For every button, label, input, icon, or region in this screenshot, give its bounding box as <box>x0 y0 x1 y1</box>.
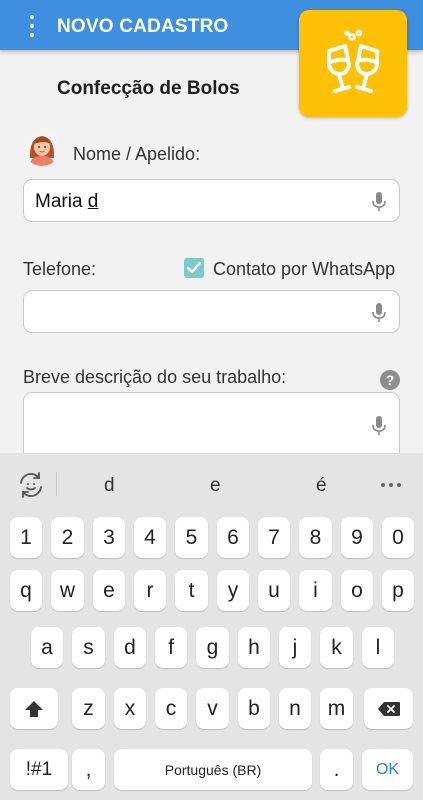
name-field[interactable]: Maria d <box>23 179 400 222</box>
key-7[interactable]: 7 <box>258 517 290 558</box>
toast-glasses-icon <box>299 10 407 117</box>
symbols-key[interactable]: !#1 <box>10 749 68 790</box>
microphone-icon[interactable] <box>371 302 387 324</box>
key-0[interactable]: 0 <box>382 517 414 558</box>
key-s[interactable]: s <box>72 627 105 668</box>
emoji-swap-icon[interactable] <box>17 471 45 499</box>
key-u[interactable]: u <box>258 570 290 611</box>
backspace-key[interactable] <box>364 688 413 729</box>
description-label: Breve descrição do seu trabalho: <box>23 367 287 387</box>
suggestion-3[interactable]: é <box>316 475 327 497</box>
key-6[interactable]: 6 <box>217 517 249 558</box>
key-9[interactable]: 9 <box>341 517 373 558</box>
key-c[interactable]: c <box>155 688 187 729</box>
key-4[interactable]: 4 <box>134 517 166 558</box>
key-2[interactable]: 2 <box>51 517 84 558</box>
suggestion-2[interactable]: e <box>210 475 221 497</box>
microphone-icon[interactable] <box>371 415 387 437</box>
key-g[interactable]: g <box>196 627 229 668</box>
category-title: Confecção de Bolos <box>57 78 240 99</box>
key-r[interactable]: r <box>134 570 166 611</box>
key-b[interactable]: b <box>238 688 270 729</box>
suggestion-1[interactable]: d <box>104 475 115 497</box>
app-screen: NOVO CADASTRO Confecção de Bolos Nome / … <box>0 0 423 800</box>
backspace-icon <box>377 701 400 716</box>
key-d[interactable]: d <box>114 627 146 668</box>
key-3[interactable]: 3 <box>93 517 125 558</box>
key-i[interactable]: i <box>299 570 332 611</box>
shift-icon <box>25 700 43 717</box>
keyboard: d e é 1 2 3 4 5 6 7 8 9 0 q w e r t y u … <box>0 453 423 800</box>
key-p[interactable]: p <box>382 570 414 611</box>
description-field[interactable] <box>23 392 400 462</box>
key-m[interactable]: m <box>320 688 353 729</box>
key-q[interactable]: q <box>10 570 42 611</box>
comma-key[interactable]: , <box>72 749 105 790</box>
key-f[interactable]: f <box>155 627 187 668</box>
key-v[interactable]: v <box>196 688 229 729</box>
key-w[interactable]: w <box>51 570 84 611</box>
key-y[interactable]: y <box>217 570 249 611</box>
help-icon[interactable]: ? <box>380 370 400 390</box>
whatsapp-label[interactable]: Contato por WhatsApp <box>213 259 395 280</box>
key-n[interactable]: n <box>279 688 311 729</box>
key-1[interactable]: 1 <box>10 517 42 558</box>
key-h[interactable]: h <box>238 627 270 668</box>
key-t[interactable]: t <box>175 570 208 611</box>
whatsapp-checkbox[interactable] <box>184 258 204 278</box>
key-o[interactable]: o <box>341 570 373 611</box>
key-e[interactable]: e <box>93 570 125 611</box>
phone-label: Telefone: <box>23 259 97 279</box>
ok-key[interactable]: OK <box>362 749 413 790</box>
key-z[interactable]: z <box>72 688 105 729</box>
shift-key[interactable] <box>10 688 58 729</box>
name-label: Nome / Apelido: <box>73 144 201 164</box>
more-horizontal-icon[interactable] <box>381 483 401 487</box>
key-k[interactable]: k <box>320 627 353 668</box>
key-l[interactable]: l <box>362 627 394 668</box>
key-5[interactable]: 5 <box>175 517 208 558</box>
key-a[interactable]: a <box>31 627 63 668</box>
microphone-icon[interactable] <box>371 191 387 213</box>
key-j[interactable]: j <box>279 627 311 668</box>
period-key[interactable]: . <box>320 749 353 790</box>
app-title: NOVO CADASTRO <box>57 16 229 37</box>
key-x[interactable]: x <box>114 688 146 729</box>
avatar <box>23 128 61 166</box>
more-vertical-icon[interactable] <box>22 13 42 39</box>
suggestion-bar: d e é <box>0 453 423 515</box>
key-8[interactable]: 8 <box>299 517 332 558</box>
space-key[interactable]: Português (BR) <box>114 749 312 790</box>
name-value: Maria d <box>35 191 99 212</box>
phone-field[interactable] <box>23 290 400 333</box>
suggestion-divider <box>56 472 57 496</box>
